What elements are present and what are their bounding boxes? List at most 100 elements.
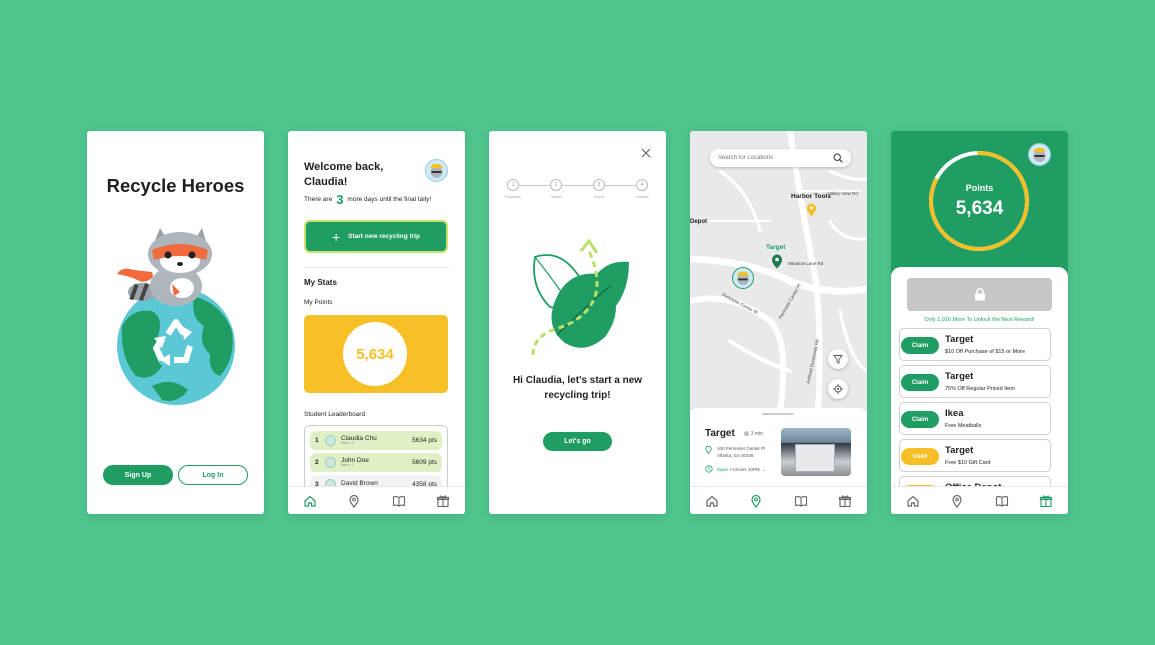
locate-button[interactable] xyxy=(828,379,848,399)
drag-handle[interactable] xyxy=(762,413,794,415)
player-sub: Hero • 2 xyxy=(341,441,354,445)
days-count: 3 xyxy=(336,192,344,207)
gift-icon[interactable] xyxy=(838,494,852,508)
points-value: 5,634 xyxy=(343,322,407,386)
locked-reward xyxy=(907,278,1052,311)
reward-desc: Free Meatballs xyxy=(945,423,982,429)
reward-store: Ikea xyxy=(945,408,964,419)
reward-store: Target xyxy=(945,334,974,345)
home-icon[interactable] xyxy=(303,494,317,508)
location-pin-icon[interactable] xyxy=(749,494,763,508)
address-line: 100 Perimeter Center Pl xyxy=(717,446,766,451)
player-points: 5634 pts xyxy=(412,437,437,444)
app-title: Recycle Heroes xyxy=(106,175,245,196)
search-input[interactable] xyxy=(718,155,833,161)
closing-time: • Closes 10PM xyxy=(730,467,760,472)
location-name: Target xyxy=(705,428,735,439)
filter-button[interactable] xyxy=(828,349,848,369)
days-post-text: more days until the final tally! xyxy=(347,196,432,203)
map-label-depot: Depot xyxy=(690,219,707,225)
search-icon[interactable] xyxy=(833,153,843,163)
screen-home: Welcome back, Claudia! There are 3 more … xyxy=(288,131,465,514)
raccoon-avatar-icon xyxy=(736,271,750,286)
reward-card[interactable]: Claim Target 75% Off Regular Priced Item xyxy=(899,365,1051,398)
start-trip-label: Start new recycling trip xyxy=(348,233,421,240)
selected-pin-icon[interactable] xyxy=(771,254,783,269)
unlock-note: Only 1,016 More To Unlock the Next Rewar… xyxy=(924,317,1035,323)
reward-card[interactable]: Claim Ikea Free Meatballs xyxy=(899,402,1051,435)
gift-icon[interactable] xyxy=(436,494,450,508)
hours[interactable]: Open • Closes 10PM ⌄ xyxy=(717,467,765,473)
bottom-nav xyxy=(288,486,465,514)
log-in-button[interactable]: Log In xyxy=(178,465,248,485)
reward-card[interactable]: Claim Target $10 Off Purchase of $15 or … xyxy=(899,328,1051,361)
trip-prompt: Hi Claudia, let's start a new recycling … xyxy=(512,375,643,401)
avatar[interactable] xyxy=(1028,143,1051,166)
table-row[interactable]: 2 John Doe Hero • 1 5609 pts xyxy=(310,453,442,472)
chevron-down-icon: ⌄ xyxy=(761,467,766,472)
used-badge: Used xyxy=(901,448,939,465)
days-pre-text: There are xyxy=(304,196,333,203)
reward-desc: 75% Off Regular Priced Item xyxy=(945,386,1015,392)
lets-go-button[interactable]: Let's go xyxy=(543,432,612,451)
location-pin-icon[interactable] xyxy=(347,494,361,508)
step-2: 2 xyxy=(550,179,562,191)
open-status: Open xyxy=(717,467,729,472)
book-icon[interactable] xyxy=(995,494,1009,508)
reward-card[interactable]: Used Target Free $10 Gift Card xyxy=(899,439,1051,472)
raccoon-avatar-icon xyxy=(430,164,443,178)
car-icon: ▨ xyxy=(744,431,749,437)
map-pin-icon[interactable] xyxy=(806,203,817,217)
location-pin-icon[interactable] xyxy=(950,494,964,508)
screen-start-trip: 1 2 3 4 Preparation Location Dropoff Com… xyxy=(489,131,666,514)
street-label: Meadow Lane Rd xyxy=(788,261,824,266)
home-icon[interactable] xyxy=(705,494,719,508)
claim-button[interactable]: Claim xyxy=(901,337,939,354)
avatar[interactable] xyxy=(425,159,448,182)
reward-store: Target xyxy=(945,445,974,456)
claim-button[interactable]: Claim xyxy=(901,374,939,391)
search-bar[interactable] xyxy=(710,149,851,167)
location-card[interactable]: Target ▨ 3 min 100 Perimeter Center Pl At… xyxy=(690,408,867,488)
user-location-avatar[interactable] xyxy=(732,267,754,289)
points-value: 5,634 xyxy=(955,198,1004,219)
start-trip-button[interactable]: + Start new recycling trip xyxy=(304,220,448,253)
points-label: Points xyxy=(965,183,994,193)
leaderboard-heading: Student Leaderboard xyxy=(304,411,366,418)
store-photo xyxy=(781,428,851,476)
store-photo-detail xyxy=(795,444,835,472)
player-sub: Hero • 1 xyxy=(341,463,354,467)
screen-rewards: Points 5,634 Only 1,016 More To Unlock t… xyxy=(891,131,1068,514)
progress-line xyxy=(513,185,642,186)
home-icon[interactable] xyxy=(906,494,920,508)
step-4: 4 xyxy=(636,179,648,191)
map-label-target: Target xyxy=(766,244,786,251)
step-label: Dropoff xyxy=(593,195,605,199)
map-label-harbor: Harbor Tools xyxy=(791,193,831,200)
table-row[interactable]: 1 Claudia Chu Hero • 2 5634 pts xyxy=(310,431,442,450)
book-icon[interactable] xyxy=(392,494,406,508)
plus-icon: + xyxy=(331,228,341,245)
address: 100 Perimeter Center Pl Atlanta, GA 3034… xyxy=(717,446,765,460)
rewards-panel: Only 1,016 More To Unlock the Next Rewar… xyxy=(891,267,1068,514)
sign-up-button[interactable]: Sign Up xyxy=(103,465,173,485)
filter-icon xyxy=(833,355,843,364)
step-3: 3 xyxy=(593,179,605,191)
eta-text: 3 min xyxy=(750,431,763,437)
lock-icon xyxy=(974,288,985,301)
clock-icon xyxy=(705,465,713,473)
street-label: Valley View Rd xyxy=(828,191,858,196)
stats-heading: My Stats xyxy=(304,278,337,287)
points-label: My Points xyxy=(304,299,333,306)
avatar xyxy=(325,435,336,446)
player-points: 5609 pts xyxy=(412,459,437,466)
book-icon[interactable] xyxy=(794,494,808,508)
raccoon-avatar-icon xyxy=(1033,148,1046,162)
screen-map: Harbor Tools Depot Target Meadow Lane Rd… xyxy=(690,131,867,514)
close-icon[interactable] xyxy=(641,148,651,158)
claim-button[interactable]: Claim xyxy=(901,411,939,428)
gift-icon[interactable] xyxy=(1039,494,1053,508)
leaderboard: 1 Claudia Chu Hero • 2 5634 pts 2 John Do… xyxy=(304,425,448,495)
map[interactable] xyxy=(690,131,867,414)
reward-store: Target xyxy=(945,371,974,382)
